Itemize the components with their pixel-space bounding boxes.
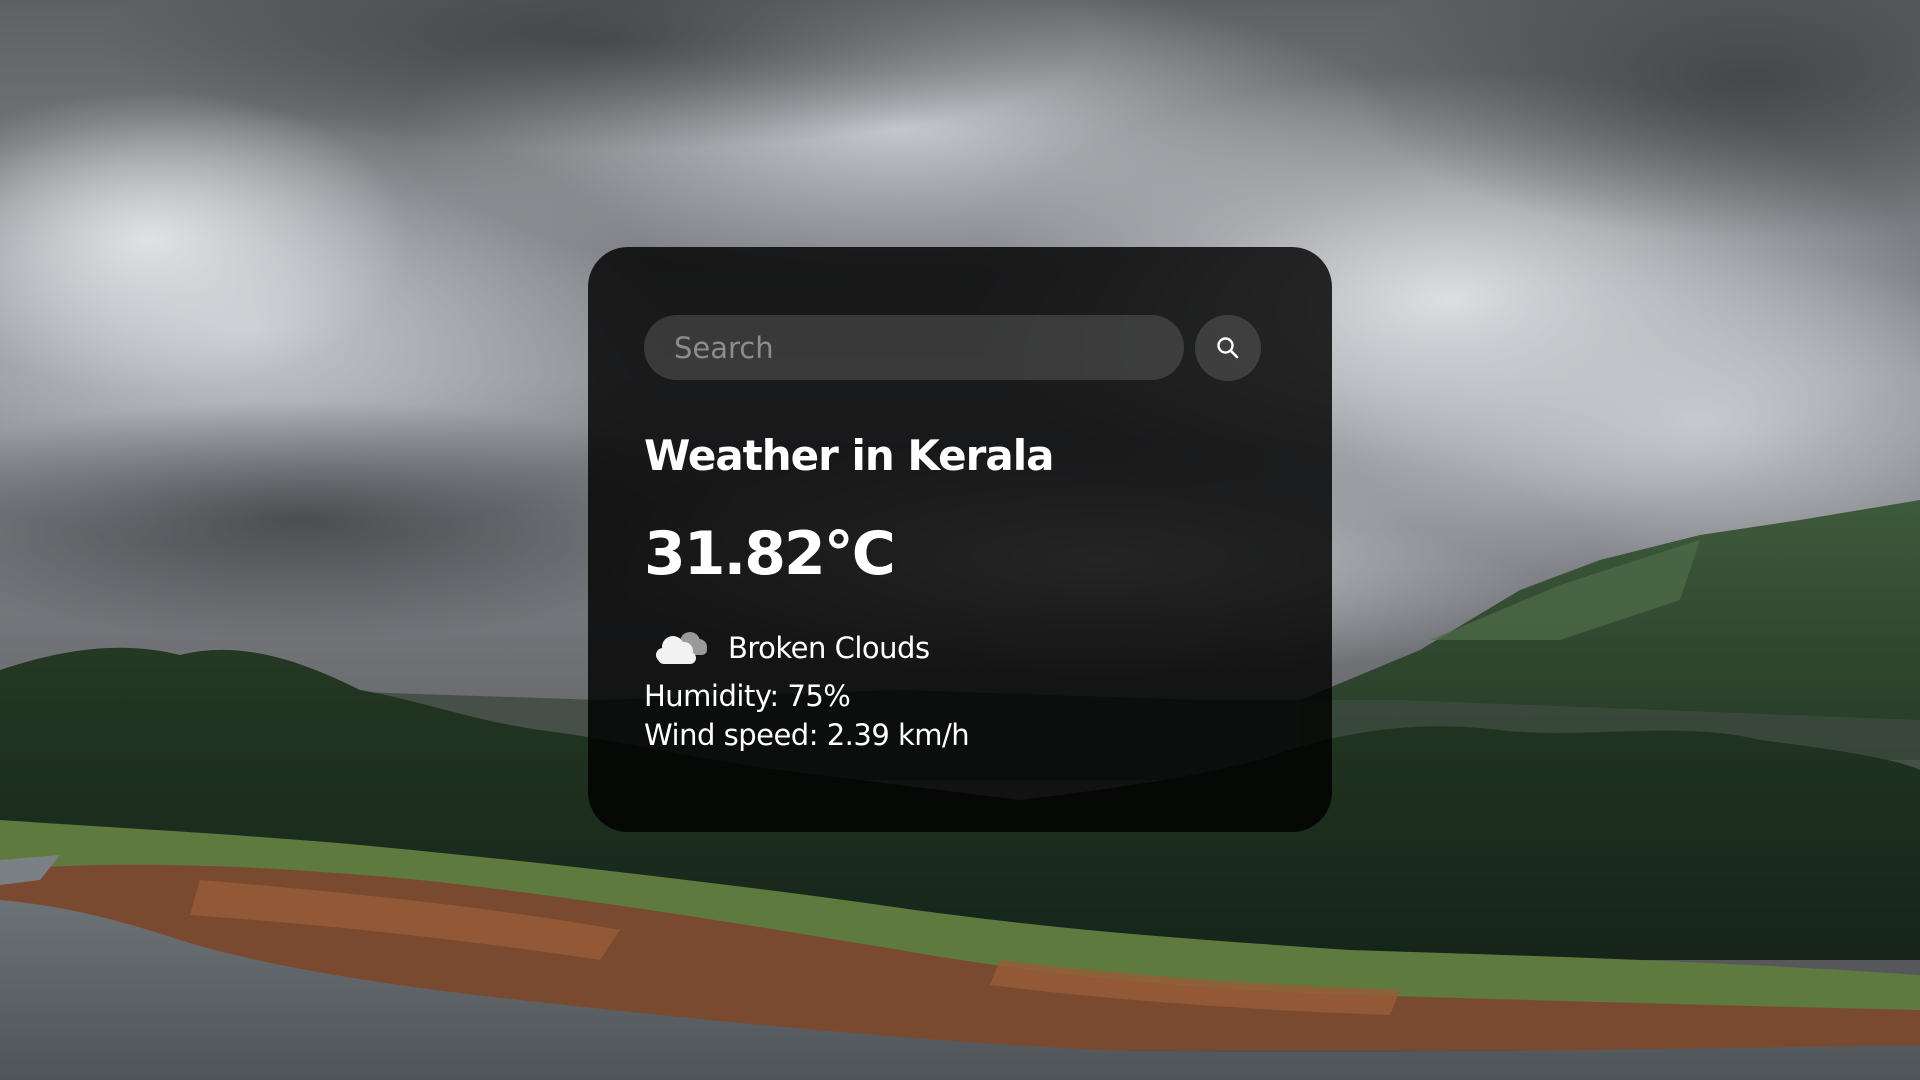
weather-card: Weather in Kerala 31.82°C Broken Clouds … bbox=[588, 247, 1332, 832]
search-icon bbox=[1217, 336, 1239, 358]
wind-speed-value: Wind speed: 2.39 km/h bbox=[644, 718, 970, 753]
humidity-value: Humidity: 75% bbox=[644, 679, 851, 714]
search-button[interactable] bbox=[1195, 314, 1261, 381]
search-input[interactable] bbox=[644, 315, 1184, 380]
search-bar bbox=[644, 314, 1274, 381]
city-title: Weather in Kerala bbox=[644, 431, 1054, 480]
condition-description: Broken Clouds bbox=[728, 631, 930, 666]
temperature-value: 31.82°C bbox=[644, 519, 896, 590]
broken-clouds-icon bbox=[656, 632, 707, 665]
condition-row: Broken Clouds bbox=[644, 623, 1274, 673]
